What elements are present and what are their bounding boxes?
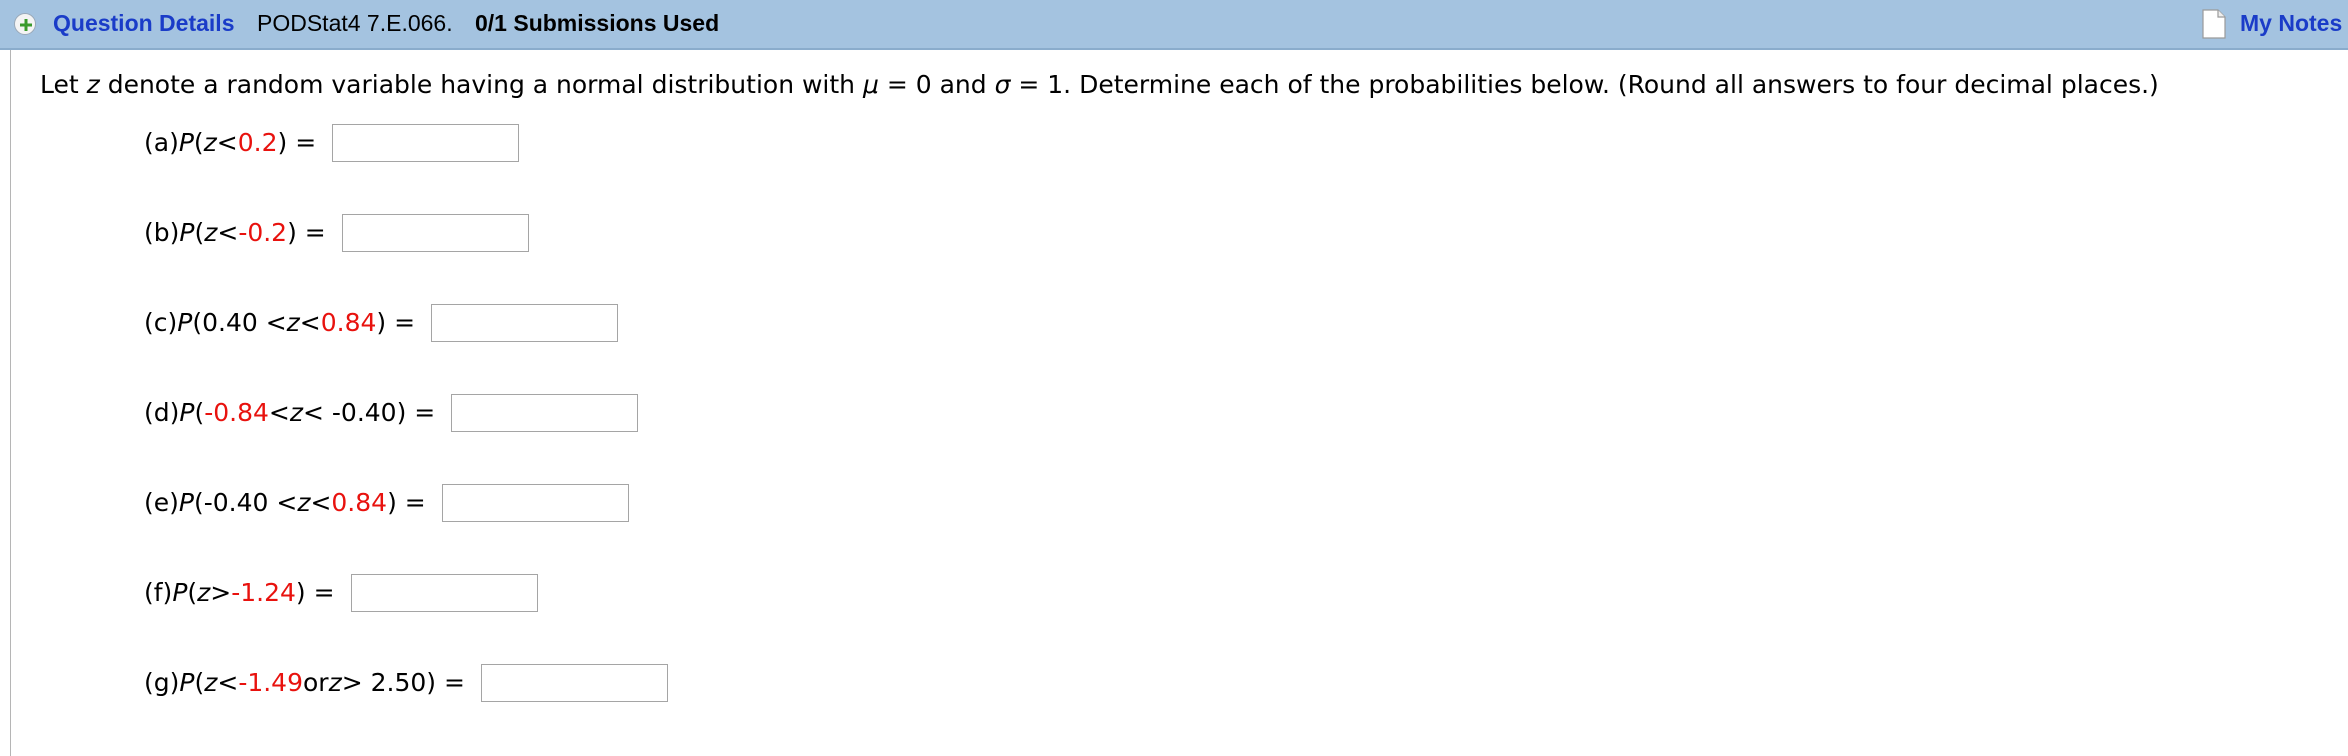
prob-P: P (177, 308, 193, 337)
document-icon[interactable] (2202, 9, 2226, 39)
expr-text: ) = (295, 578, 335, 607)
expr-text: < (310, 488, 332, 517)
variable-z: z (289, 398, 303, 427)
part-label: (c) (144, 308, 178, 337)
expr-text: ) = (277, 128, 317, 157)
expr-value: -0.84 (204, 398, 269, 427)
plus-circle-icon[interactable] (14, 13, 36, 35)
prob-P: P (179, 668, 195, 697)
question-part-c: (c) P (0.40 < z < 0.84) = (144, 302, 619, 344)
answer-input-g[interactable] (480, 664, 668, 702)
answer-input-f[interactable] (350, 574, 538, 612)
prob-P: P (179, 398, 195, 427)
expr-text: ( (194, 668, 205, 697)
expr-text: < -0.40) = (303, 398, 436, 427)
expr-text: < (299, 308, 321, 337)
question-part-g: (g) P(z < -1.49 or z > 2.50) = (144, 662, 668, 704)
expr-text: or (303, 668, 329, 697)
expr-text: < (216, 128, 238, 157)
expr-value: -0.2 (238, 218, 288, 247)
expr-text: ) = (387, 488, 426, 517)
question-details-link[interactable]: Question Details (53, 10, 234, 37)
part-label: (d) (144, 398, 180, 427)
question-part-a: (a) P(z < 0.2) = (144, 122, 520, 164)
expr-value: 0.84 (320, 308, 377, 337)
part-label: (e) (144, 488, 179, 517)
prompt-text: denote a random variable having a normal… (99, 70, 863, 99)
expr-text: ( (187, 578, 198, 607)
question-part-b: (b) P(z < -0.2) = (144, 212, 529, 254)
expr-text: ) = (287, 218, 326, 247)
part-label: (f) (144, 578, 173, 607)
symbol-mu: μ (862, 70, 879, 99)
variable-z: z (86, 70, 100, 99)
question-part-f: (f) P(z > -1.24) = (144, 572, 538, 614)
prob-P: P (179, 218, 195, 247)
expr-text: ( (193, 128, 204, 157)
expr-text: > 2.50) = (341, 668, 465, 697)
content-border (10, 50, 11, 756)
prob-P: P (172, 578, 188, 607)
part-label: (b) (144, 218, 180, 247)
answer-input-e[interactable] (441, 484, 629, 522)
expr-value: 0.84 (331, 488, 388, 517)
part-label: (a) (144, 128, 179, 157)
part-label: (g) (144, 668, 180, 697)
question-header: Question Details PODStat4 7.E.066. 0/1 S… (0, 0, 2348, 50)
expr-text: < (217, 218, 239, 247)
question-id: PODStat4 7.E.066. (257, 10, 453, 36)
prompt-text: = 0 and (878, 70, 995, 99)
expr-value: 0.2 (237, 128, 278, 157)
expr-text: < (268, 398, 290, 427)
answer-input-d[interactable] (451, 394, 639, 432)
expr-text: (-0.40 < (193, 488, 298, 517)
variable-z: z (286, 308, 300, 337)
variable-z: z (197, 578, 211, 607)
expr-value: -1.49 (238, 668, 303, 697)
question-part-d: (d) P(-0.84 < z < -0.40) = (144, 392, 639, 434)
prob-P: P (178, 488, 194, 517)
variable-z: z (203, 128, 217, 157)
answer-input-b[interactable] (341, 214, 529, 252)
question-prompt: Let z denote a random variable having a … (40, 68, 2159, 102)
prompt-text: Let (40, 70, 87, 99)
symbol-sigma: σ (994, 70, 1011, 99)
expr-text: ( (194, 398, 205, 427)
expr-text: ( (194, 218, 205, 247)
expr-text: > (210, 578, 232, 607)
answer-input-a[interactable] (332, 124, 520, 162)
prompt-text: = 1. Determine each of the probabilities… (1010, 70, 2159, 99)
variable-z: z (328, 668, 342, 697)
expr-value: -1.24 (231, 578, 296, 607)
prob-P: P (178, 128, 194, 157)
variable-z: z (297, 488, 311, 517)
question-part-e: (e) P (-0.40 < z < 0.84) = (144, 482, 629, 524)
my-notes-link[interactable]: My Notes (2240, 10, 2342, 37)
submissions-count: 0/1 Submissions Used (475, 10, 720, 36)
expr-text: ) = (376, 308, 416, 337)
expr-text: (0.40 < (192, 308, 287, 337)
expr-text: < (217, 668, 239, 697)
variable-z: z (204, 218, 218, 247)
variable-z: z (204, 668, 218, 697)
answer-input-c[interactable] (431, 304, 619, 342)
